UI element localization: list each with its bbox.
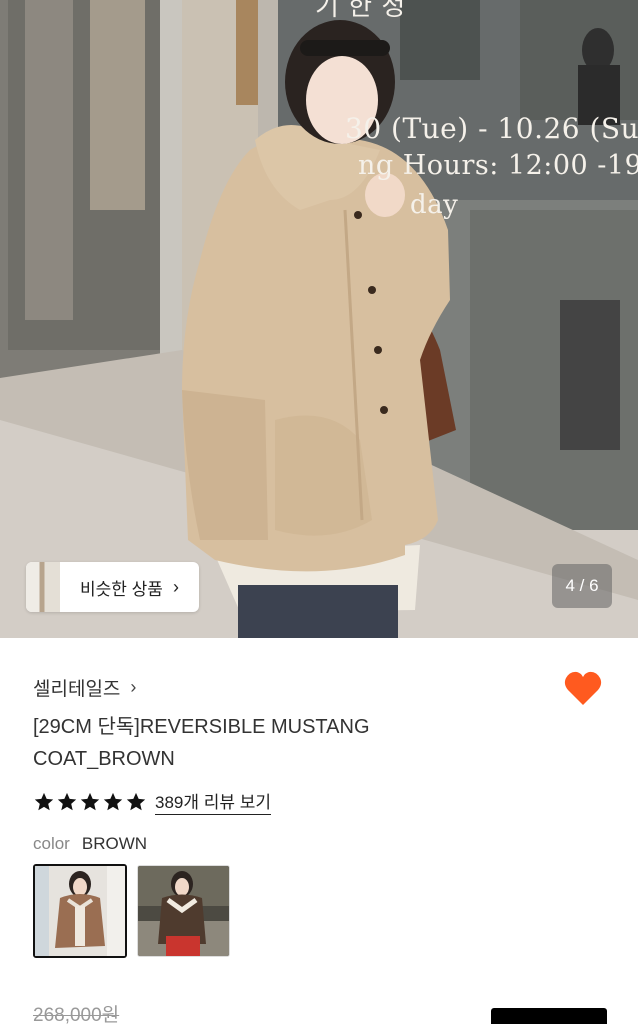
similar-products-thumbnail (26, 562, 60, 612)
color-value: BROWN (81, 834, 148, 853)
window-lettering: day (410, 190, 459, 220)
chevron-right-icon: › (130, 677, 137, 697)
window-lettering: 30 (Tue) - 10.26 (Su (345, 112, 638, 145)
heart-icon[interactable] (563, 669, 603, 709)
color-swatch-selected[interactable] (33, 864, 127, 958)
swatch-image (138, 866, 229, 956)
star-icon (126, 792, 146, 810)
swatch-image (35, 866, 125, 956)
color-label: color (33, 834, 70, 853)
rating-row: 389개 리뷰 보기 (33, 788, 272, 815)
star-icon (80, 792, 100, 810)
image-page-counter: 4 / 6 (552, 564, 612, 608)
reviews-link[interactable]: 389개 리뷰 보기 (155, 788, 272, 815)
product-title: [29CM 단독]REVERSIBLE MUSTANG COAT_BROWN (33, 716, 370, 770)
hero-photo-illustration (0, 0, 638, 638)
similar-products-label: 비슷한 상품 › (80, 576, 179, 599)
brand-link[interactable]: 셀리테일즈 › (33, 674, 136, 701)
star-icon (57, 792, 77, 810)
original-price: 268,000원 (33, 1005, 120, 1024)
product-image[interactable]: 기 한 정 30 (Tue) - 10.26 (Su ng Hours: 12:… (0, 0, 638, 638)
color-row: color BROWN (33, 834, 147, 854)
brand-name: 셀리테일즈 (33, 679, 121, 700)
rating-stars (33, 791, 147, 813)
chevron-right-icon: › (172, 576, 179, 597)
window-lettering: 기 한 정 (315, 0, 406, 22)
color-swatch[interactable] (137, 865, 230, 957)
buy-button[interactable] (491, 1008, 607, 1024)
window-lettering: ng Hours: 12:00 -19:0 (358, 150, 638, 181)
similar-products-button[interactable]: 비슷한 상품 › (26, 562, 199, 612)
star-icon (103, 792, 123, 810)
star-icon (34, 792, 54, 810)
